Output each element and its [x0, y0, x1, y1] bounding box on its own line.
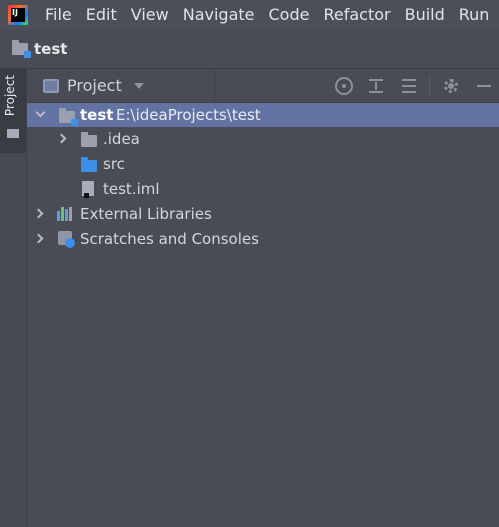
- chevron-right-icon[interactable]: [33, 208, 44, 219]
- tree-row-root[interactable]: test E:\ideaProjects\test: [27, 103, 499, 127]
- project-view-title: Project: [67, 76, 122, 95]
- menu-edit[interactable]: Edit: [79, 0, 124, 30]
- ide-window: File Edit View Navigate Code Refactor Bu…: [0, 0, 499, 527]
- project-view-header: Project: [27, 69, 499, 103]
- tree-row-iml[interactable]: test.iml: [27, 177, 499, 201]
- breadcrumb: test: [0, 30, 499, 69]
- menu-file[interactable]: File: [38, 0, 79, 30]
- project-tree: test E:\ideaProjects\test .idea src test…: [27, 103, 499, 527]
- tree-item-label: .idea: [103, 130, 140, 148]
- menu-refactor[interactable]: Refactor: [316, 0, 397, 30]
- project-tool-tab[interactable]: Project: [0, 69, 26, 153]
- module-folder-icon: [12, 40, 31, 58]
- locate-file-icon[interactable]: [335, 77, 353, 95]
- tree-row-scratches[interactable]: Scratches and Consoles: [27, 227, 499, 251]
- folder-icon: [81, 132, 97, 147]
- toolbar-divider: [429, 76, 430, 96]
- minimize-icon[interactable]: [475, 77, 493, 95]
- chevron-down-icon[interactable]: [35, 107, 46, 118]
- module-file-icon: [82, 181, 94, 198]
- menu-bar: File Edit View Navigate Code Refactor Bu…: [0, 0, 499, 30]
- scratches-icon: [58, 231, 75, 248]
- tree-item-label: Scratches and Consoles: [80, 230, 259, 248]
- library-icon: [57, 207, 73, 221]
- chevron-right-icon[interactable]: [33, 233, 44, 244]
- left-tool-strip: Project: [0, 69, 27, 527]
- tree-row-src[interactable]: src: [27, 152, 499, 176]
- intellij-logo-icon: [8, 5, 28, 25]
- tree-item-label: src: [103, 155, 125, 173]
- menu-code[interactable]: Code: [262, 0, 317, 30]
- source-folder-icon: [81, 157, 97, 172]
- module-folder-icon: [59, 108, 78, 126]
- tree-row-external-libraries[interactable]: External Libraries: [27, 202, 499, 226]
- project-view-selector[interactable]: Project: [27, 69, 215, 102]
- tree-item-label: External Libraries: [80, 205, 212, 223]
- project-window-icon: [43, 78, 59, 93]
- project-tool-tab-label: Project: [3, 75, 17, 117]
- folder-icon: [7, 129, 19, 138]
- root-module-name: test: [80, 106, 114, 124]
- breadcrumb-project[interactable]: test: [34, 40, 67, 58]
- chevron-down-icon: [133, 82, 144, 89]
- tree-row-idea[interactable]: .idea: [27, 127, 499, 151]
- tree-item-label: test.iml: [103, 180, 160, 198]
- menu-run[interactable]: Run: [452, 0, 497, 30]
- expand-all-icon[interactable]: [367, 77, 385, 95]
- menu-navigate[interactable]: Navigate: [176, 0, 262, 30]
- menu-view[interactable]: View: [124, 0, 176, 30]
- root-module-path: E:\ideaProjects\test: [116, 106, 261, 124]
- menu-build[interactable]: Build: [398, 0, 452, 30]
- chevron-right-icon[interactable]: [56, 133, 67, 144]
- gear-icon[interactable]: [442, 77, 460, 95]
- collapse-all-icon[interactable]: [400, 77, 418, 95]
